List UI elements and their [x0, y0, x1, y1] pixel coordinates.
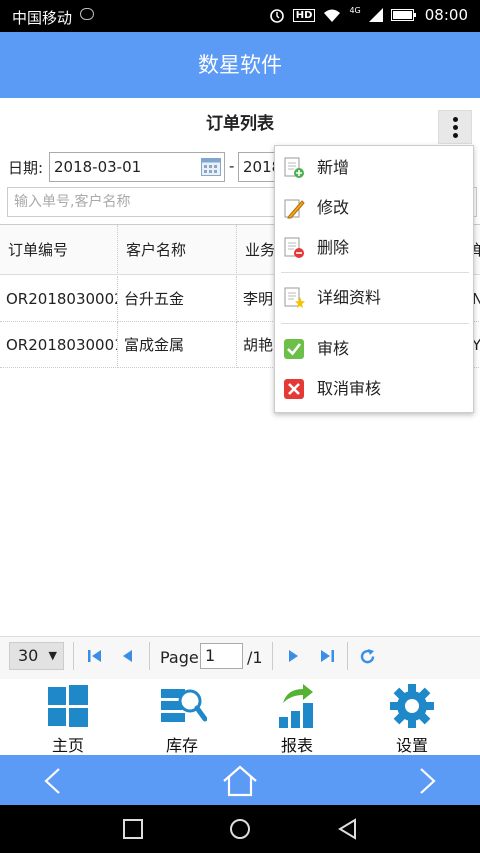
menu-item-approve[interactable]: 审核 — [275, 329, 473, 369]
divider — [347, 642, 348, 670]
pencil-edit-icon — [284, 199, 305, 219]
column-header-order-no[interactable]: 订单编号 — [0, 225, 118, 275]
clock-time: 08:00 — [424, 6, 468, 24]
page-size-value: 30 — [18, 646, 39, 665]
recent-apps-icon[interactable] — [123, 819, 143, 839]
date-from-field[interactable]: 2018-03-01 — [49, 152, 225, 182]
prev-page-icon[interactable] — [121, 649, 133, 663]
report-chart-icon — [279, 684, 313, 728]
menu-item-delete[interactable]: 删除 — [275, 228, 473, 268]
menu-item-label: 修改 — [317, 198, 350, 217]
more-menu-button[interactable] — [438, 110, 472, 144]
page-size-select[interactable]: 30 ▼ — [9, 642, 64, 670]
dot — [453, 133, 458, 138]
column-header-customer[interactable]: 客户名称 — [118, 225, 237, 275]
menu-item-detail[interactable]: 详细资料 — [275, 278, 473, 318]
battery-icon — [390, 9, 416, 21]
menu-item-label: 新增 — [317, 158, 350, 177]
menu-item-label: 取消审核 — [317, 379, 382, 398]
tab-home[interactable]: 主页 — [28, 683, 108, 755]
menu-divider — [281, 272, 469, 273]
alarm-icon — [269, 9, 284, 23]
doc-add-icon — [284, 157, 304, 178]
hd-badge: HD — [292, 8, 316, 22]
back-triangle-icon[interactable] — [337, 818, 357, 840]
back-arrow-icon[interactable] — [42, 767, 62, 795]
carrier-name: 中国移动 — [12, 9, 73, 27]
forward-arrow-icon[interactable] — [418, 767, 438, 795]
search-placeholder: 输入单号,客户名称 — [14, 194, 131, 210]
table-cell-order-no[interactable]: OR2018030002 — [0, 276, 118, 322]
page-title-row: 订单列表 — [0, 98, 480, 148]
table-cell-customer[interactable]: 富成金属 — [118, 322, 237, 368]
signal-icon — [368, 8, 383, 22]
doc-delete-icon — [284, 237, 304, 258]
action-menu: 新增 修改 删除 详细资料 审核 取消审核 — [274, 145, 474, 413]
tab-label: 设置 — [395, 736, 428, 755]
windows-home-icon — [48, 685, 88, 727]
last-page-icon[interactable] — [320, 649, 334, 663]
status-bar: 中国移动 HD 4G 08:00 — [0, 0, 480, 32]
next-page-icon[interactable] — [288, 649, 300, 663]
page-number-value: 1 — [205, 646, 216, 665]
menu-item-label: 审核 — [317, 339, 350, 358]
cancel-approve-icon — [284, 379, 304, 399]
first-page-icon[interactable] — [88, 649, 102, 663]
page-title: 订单列表 — [206, 114, 274, 134]
system-nav-bar — [0, 805, 480, 853]
tab-settings[interactable]: 设置 — [372, 683, 452, 755]
home-circle-icon[interactable] — [229, 818, 251, 840]
doc-detail-icon — [284, 287, 305, 308]
divider — [272, 642, 273, 670]
page-total: /1 — [247, 648, 263, 667]
menu-item-unapprove[interactable]: 取消审核 — [275, 369, 473, 409]
home-icon[interactable] — [222, 765, 258, 797]
inventory-search-icon — [161, 689, 207, 722]
browser-nav-bar — [0, 755, 480, 805]
dot — [453, 117, 458, 122]
refresh-icon[interactable] — [359, 648, 376, 665]
tab-inventory[interactable]: 库存 — [142, 683, 222, 755]
tab-label: 库存 — [165, 736, 198, 755]
page-number-input[interactable]: 1 — [200, 643, 243, 669]
app-title: 数星软件 — [198, 53, 282, 77]
cloud-icon — [80, 8, 94, 20]
date-separator: - — [229, 157, 235, 175]
tab-label: 报表 — [280, 736, 313, 755]
date-label: 日期: — [8, 159, 44, 177]
menu-item-label: 删除 — [317, 238, 350, 257]
network-type: 4G — [349, 5, 361, 15]
page-label: Page — [160, 648, 199, 667]
menu-item-label: 详细资料 — [317, 288, 382, 307]
tab-label: 主页 — [51, 736, 84, 755]
wifi-icon — [324, 9, 341, 22]
menu-divider — [281, 323, 469, 324]
app-header: 数星软件 — [0, 32, 480, 98]
date-from-value: 2018-03-01 — [54, 158, 142, 176]
divider — [149, 642, 150, 670]
divider — [73, 642, 74, 670]
dropdown-arrow-icon: ▼ — [48, 649, 57, 662]
table-cell-customer[interactable]: 台升五金 — [118, 276, 237, 322]
menu-item-add[interactable]: 新增 — [275, 148, 473, 188]
calendar-icon[interactable] — [201, 158, 221, 176]
table-cell-order-no[interactable]: OR2018030001 — [0, 322, 118, 368]
gear-icon — [390, 684, 434, 728]
check-approve-icon — [284, 339, 304, 359]
menu-item-edit[interactable]: 修改 — [275, 188, 473, 228]
tab-reports[interactable]: 报表 — [257, 683, 337, 755]
dot — [453, 125, 458, 130]
